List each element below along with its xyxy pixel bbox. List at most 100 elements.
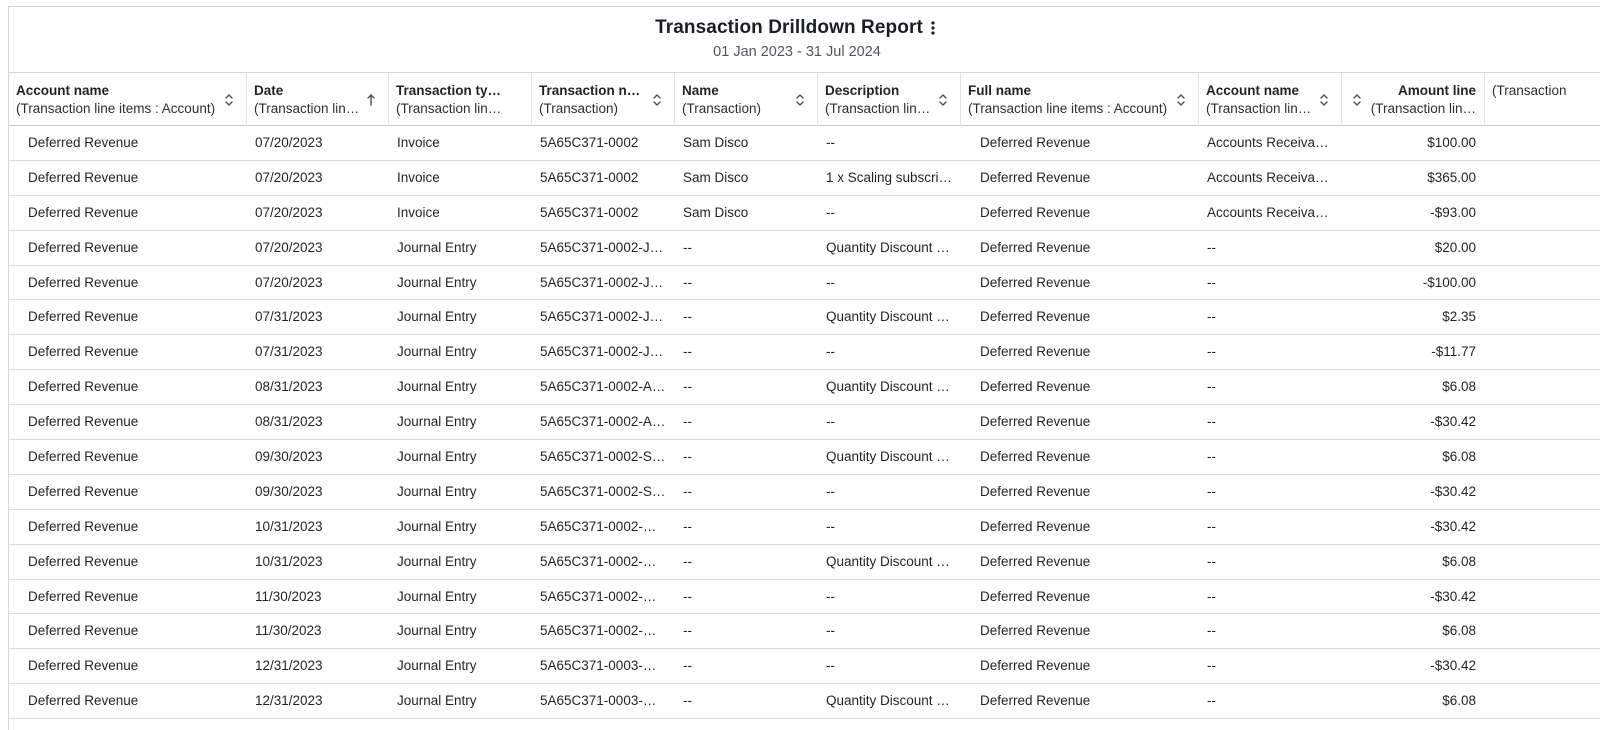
table-cell: Journal Entry — [397, 553, 477, 569]
table-cell: Deferred Revenue — [28, 309, 139, 325]
table-cell: 11/30/2023 — [255, 588, 322, 604]
table-cell: Journal Entry — [397, 658, 477, 674]
table-cell: Quantity Discount … — [826, 309, 950, 325]
table-cell: Journal Entry — [397, 309, 477, 325]
column-header-9[interactable]: (Transaction — [1485, 73, 1600, 126]
table-row[interactable]: Deferred Revenue 07/20/2023 Journal Entry 5… — [9, 231, 1600, 266]
table-cell: -- — [1207, 274, 1216, 290]
table-row[interactable]: Deferred Revenue 07/20/2023 Invoice 5A65C37… — [9, 196, 1600, 231]
table-row[interactable]: Deferred Revenue 12/31/2023 Journal Entry 5… — [9, 684, 1600, 720]
table-row[interactable]: Deferred Revenue 09/30/2023 Journal Entry 5… — [9, 475, 1600, 510]
table-row[interactable]: Deferred Revenue 07/31/2023 Journal Entry 5… — [9, 335, 1600, 371]
table-row[interactable]: Deferred Revenue 11/30/2023 Journal Entry 5… — [9, 580, 1600, 615]
column-header-6[interactable]: Full name (Transaction line items : Accou… — [961, 73, 1199, 126]
column-header-0[interactable]: Account name (Transaction line items : Ac… — [9, 73, 247, 126]
table-row[interactable]: Deferred Revenue 11/30/2023 Journal Entry 5… — [9, 614, 1600, 650]
column-header-4[interactable]: Name (Transaction) — [675, 73, 818, 126]
report-header: Transaction Drilldown Report 01 Jan 2023… — [9, 7, 1585, 71]
table-row[interactable]: Deferred Revenue 10/31/2023 Journal Entry 5… — [9, 510, 1600, 545]
table-cell: -- — [826, 274, 835, 290]
table-cell: Accounts Receiva… — [1207, 169, 1329, 185]
column-header-8[interactable]: Amount line (Transaction lin… — [1342, 73, 1485, 126]
table-cell: Deferred Revenue — [28, 239, 139, 255]
sort-icon[interactable] — [652, 93, 662, 107]
table-cell: Deferred Revenue — [980, 693, 1091, 709]
column-header-2[interactable]: Transaction type (Transaction line it… — [389, 73, 532, 126]
table-cell: Deferred Revenue — [980, 169, 1091, 185]
sort-icon[interactable] — [1352, 93, 1362, 107]
table-cell: Deferred Revenue — [28, 414, 139, 430]
table-cell: 09/30/2023 — [255, 483, 323, 499]
sort-icon[interactable] — [938, 93, 948, 107]
table-cell: -- — [683, 483, 692, 499]
table-row[interactable]: Deferred Revenue 07/20/2023 Invoice 5A65C37… — [9, 126, 1600, 161]
table-row[interactable]: Deferred Revenue 12/31/2023 Journal Entry 5… — [9, 649, 1600, 685]
sort-icon[interactable] — [1176, 93, 1186, 107]
table-cell: -$30.42 — [1430, 588, 1476, 604]
table-cell: 5A65C371-0002-… — [540, 588, 657, 604]
table-cell: -- — [1207, 693, 1216, 709]
table-cell: Quantity Discount … — [826, 379, 950, 395]
sort-icon[interactable] — [795, 93, 805, 107]
table-cell: -- — [683, 658, 692, 674]
table-cell: $6.08 — [1442, 379, 1476, 395]
sort-icon[interactable] — [1319, 93, 1329, 107]
table-cell: Deferred Revenue — [980, 518, 1091, 534]
column-title: Date — [254, 83, 284, 98]
table-cell: 07/20/2023 — [255, 169, 323, 185]
table-cell: Journal Entry — [397, 379, 477, 395]
table-cell: -- — [1207, 309, 1216, 325]
report-title: Transaction Drilldown Report — [655, 17, 923, 38]
table-cell: -- — [683, 309, 692, 325]
table-cell: Journal Entry — [397, 518, 477, 534]
table-cell: -$30.42 — [1430, 658, 1476, 674]
table-cell: -$100.00 — [1422, 274, 1476, 290]
table-header-row: Account name (Transaction line items : Ac… — [9, 72, 1600, 126]
table-cell: $2.35 — [1442, 309, 1476, 325]
table-cell: -- — [683, 449, 692, 465]
table-cell: 1 x Scaling subscri… — [826, 169, 953, 185]
table-cell: Journal Entry — [397, 414, 477, 430]
table-cell: -- — [1207, 553, 1216, 569]
table-row[interactable]: Deferred Revenue 09/30/2023 Journal Entry 5… — [9, 440, 1600, 475]
table-cell: Deferred Revenue — [980, 588, 1091, 604]
column-title: Transaction nu… — [539, 83, 646, 98]
table-cell: 5A65C371-0002 — [540, 204, 639, 220]
sort-ascending-icon[interactable] — [366, 93, 376, 107]
column-header-1[interactable]: Date (Transaction lin… — [247, 73, 389, 126]
column-header-3[interactable]: Transaction nu… (Transaction) — [532, 73, 675, 126]
table-cell: Deferred Revenue — [980, 414, 1091, 430]
column-title: Account name — [1206, 83, 1300, 98]
table-row[interactable]: Deferred Revenue 07/20/2023 Invoice 5A65C37… — [9, 161, 1600, 196]
report-container: Transaction Drilldown Report 01 Jan 2023… — [8, 6, 1600, 730]
table-cell: -- — [683, 414, 692, 430]
table-cell: -- — [683, 344, 692, 360]
table-cell: Deferred Revenue — [980, 623, 1091, 639]
table-cell: Journal Entry — [397, 449, 477, 465]
column-subtitle: (Transaction — [1492, 83, 1567, 98]
table-cell: 5A65C371-0002-A… — [540, 414, 666, 430]
table-row[interactable]: Deferred Revenue 10/31/2023 Journal Entry 5… — [9, 545, 1600, 580]
table-cell: Quantity Discount … — [826, 693, 950, 709]
table-cell: -- — [826, 623, 835, 639]
table-cell: Deferred Revenue — [980, 379, 1091, 395]
kebab-menu-icon[interactable] — [927, 18, 939, 38]
table-cell: -$11.77 — [1431, 344, 1476, 360]
table-row[interactable]: Deferred Revenue 07/20/2023 Journal Entry 5… — [9, 266, 1600, 301]
table-cell: 5A65C371-0002-… — [540, 518, 657, 534]
sort-icon[interactable] — [224, 93, 234, 107]
column-header-7[interactable]: Account name (Transaction lin… — [1199, 73, 1342, 126]
table-cell: 11/30/2023 — [255, 623, 322, 639]
table-cell: Deferred Revenue — [980, 204, 1091, 220]
table-row[interactable]: Deferred Revenue 08/31/2023 Journal Entry 5… — [9, 370, 1600, 406]
table-cell: Deferred Revenue — [980, 553, 1091, 569]
table-cell: -- — [1207, 414, 1216, 430]
table-cell: -- — [826, 344, 835, 360]
table-row[interactable]: Deferred Revenue 07/31/2023 Journal Entry 5… — [9, 300, 1600, 336]
table-cell: -- — [1207, 344, 1216, 360]
table-cell: -- — [683, 518, 692, 534]
table-cell: Journal Entry — [397, 623, 477, 639]
table-cell: -- — [683, 379, 692, 395]
column-header-5[interactable]: Description (Transaction lin… — [818, 73, 961, 126]
table-row[interactable]: Deferred Revenue 08/31/2023 Journal Entry 5… — [9, 405, 1600, 441]
